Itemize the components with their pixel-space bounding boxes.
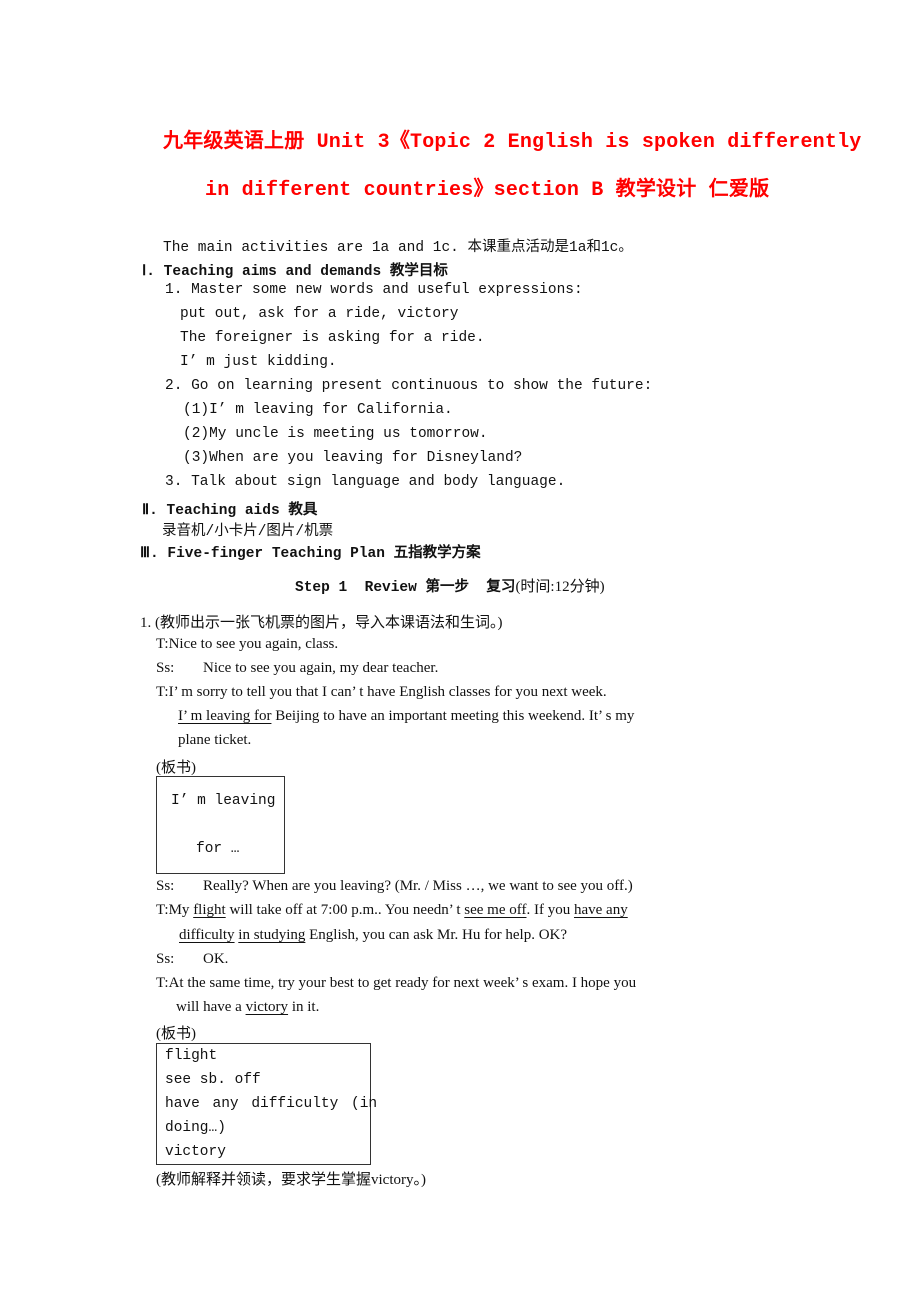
dialogue-text: Nice to see you again, class. [168,636,339,652]
dialogue-text: will have a [176,999,246,1015]
step-1-time: (时间:12分钟) [515,579,605,595]
dialogue-text: I’ m sorry to tell you that I can’ t hav… [168,684,607,700]
dialogue-line: T:Nice to see you again, class. [156,636,338,653]
board-line: doing…) [165,1120,226,1136]
aim-item: 2. Go on learning present continuous to … [165,378,653,394]
closing-note: (教师解释并领读，要求学生掌握victory。) [156,1172,426,1188]
dialogue-text: will take off at 7:00 p.m.. You needn’ t [225,902,465,918]
dialogue-line: Ss: OK. [156,951,228,968]
dialogue-line: T:At the same time, try your best to get… [156,975,636,992]
aim-item: (1)I’ m leaving for California. [183,402,453,418]
dialogue-text: in it. [288,999,320,1015]
teaching-aids-list: 录音机/小卡片/图片/机票 [162,524,334,540]
document-title-line1: 九年级英语上册 Unit 3《Topic 2 English is spoken… [163,131,862,154]
board-line: victory [165,1144,226,1160]
dialogue-continuation: plane ticket. [178,732,252,748]
board-line: I’ m leaving [171,793,276,809]
aim-item: 3. Talk about sign language and body lan… [165,474,566,490]
dialogue-continuation: I’ m leaving for Beijing to have an impo… [178,708,634,725]
underlined-phrase-have-any: have any [573,902,628,918]
intro-text: The main activities are 1a and 1c. 本课重点活… [163,240,633,256]
dialogue-text: OK. [203,951,229,967]
speaker-label: T: [156,975,169,991]
aim-item: (3)When are you leaving for Disneyland? [183,450,523,466]
dialogue-line: Ss: Really? When are you leaving? (Mr. / … [156,878,633,895]
underlined-word-flight: flight [193,902,226,918]
speaker-label: Ss: [156,951,175,967]
step-1-heading: Step 1 Review 第一步 复习(时间:12分钟) [295,575,605,596]
step-1-intro: 1. (教师出示一张飞机票的图片，导入本课语法和生词。) [140,615,503,631]
speaker-label: Ss: [156,878,175,894]
underlined-phrase-in-studying: in studying [238,927,306,943]
section-3-heading: Ⅲ. Five-finger Teaching Plan 五指教学方案 [140,546,481,562]
dialogue-continuation: difficulty in studying English, you can … [179,927,567,944]
dialogue-text: . If you [526,902,574,918]
board-line: see sb. off [165,1072,261,1088]
dialogue-text: At the same time, try your best to get r… [168,975,637,991]
document-title-line2: in different countries》section B 教学设计 仁爱… [205,179,770,202]
speaker-label: T: [156,902,169,918]
aim-item: I’ m just kidding. [180,354,337,370]
speaker-label: Ss: [156,660,175,676]
dialogue-text: Really? When are you leaving? (Mr. / Mis… [203,878,633,894]
dialogue-text: My [168,902,194,918]
aim-item: put out, ask for a ride, victory [180,306,459,322]
dialogue-line: Ss: Nice to see you again, my dear teache… [156,660,438,677]
speaker-label: T: [156,636,169,652]
dialogue-text: English, you can ask Mr. Hu for help. OK… [305,927,568,943]
dialogue-text: Nice to see you again, my dear teacher. [203,660,439,676]
speaker-label: T: [156,684,169,700]
board-label: (板书) [156,760,196,776]
aim-item: The foreigner is asking for a ride. [180,330,485,346]
board-label: (板书) [156,1026,196,1042]
dialogue-line: T:My flight will take off at 7:00 p.m.. … [156,902,628,919]
board-line: have any difficulty (in [165,1096,378,1112]
aim-item: (2)My uncle is meeting us tomorrow. [183,426,488,442]
aim-item: 1. Master some new words and useful expr… [165,282,583,298]
section-2-heading: Ⅱ. Teaching aids 教具 [142,503,318,519]
dialogue-continuation: will have a victory in it. [176,999,319,1016]
step-1-heading-bold: Step 1 Review 第一步 复习 [295,580,516,596]
dialogue-line: T:I’ m sorry to tell you that I can’ t h… [156,684,607,701]
underlined-phrase-see-me-off: see me off [464,902,527,918]
underlined-word-difficulty: difficulty [179,927,235,943]
board-box-2: flight see sb. off have any difficulty (… [156,1043,377,1165]
board-line: flight [165,1048,218,1064]
board-box-1: I’ m leaving for … [156,776,285,874]
board-line: for … [196,841,240,857]
dialogue-text: Beijing to have an important meeting thi… [271,708,635,724]
underlined-phrase: I’ m leaving for [178,708,272,724]
section-1-heading: Ⅰ. Teaching aims and demands 教学目标 [142,264,448,280]
underlined-word-victory: victory [245,999,289,1015]
